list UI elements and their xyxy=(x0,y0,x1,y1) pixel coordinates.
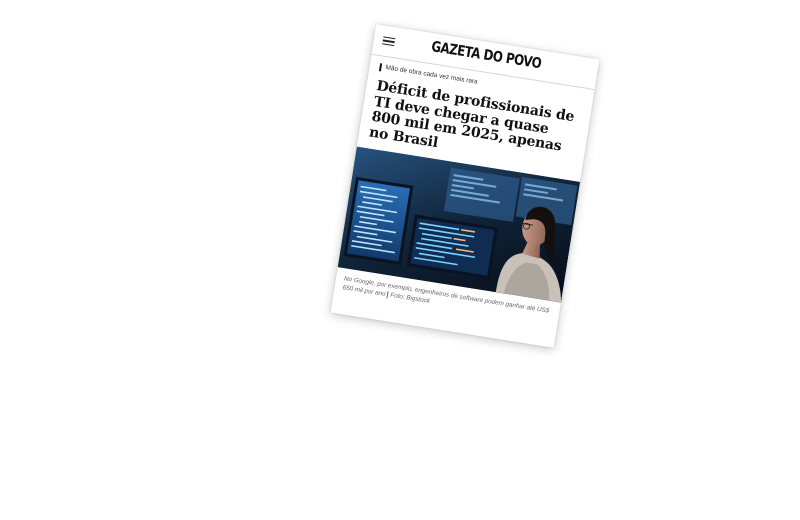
hamburger-menu-icon[interactable] xyxy=(382,36,396,47)
site-logo[interactable]: GAZETA DO POVO xyxy=(430,39,542,72)
article-card[interactable]: GAZETA DO POVO Mão de obra cada vez mais… xyxy=(330,24,600,348)
screen: GAZETA DO POVO Mão de obra cada vez mais… xyxy=(0,0,800,520)
